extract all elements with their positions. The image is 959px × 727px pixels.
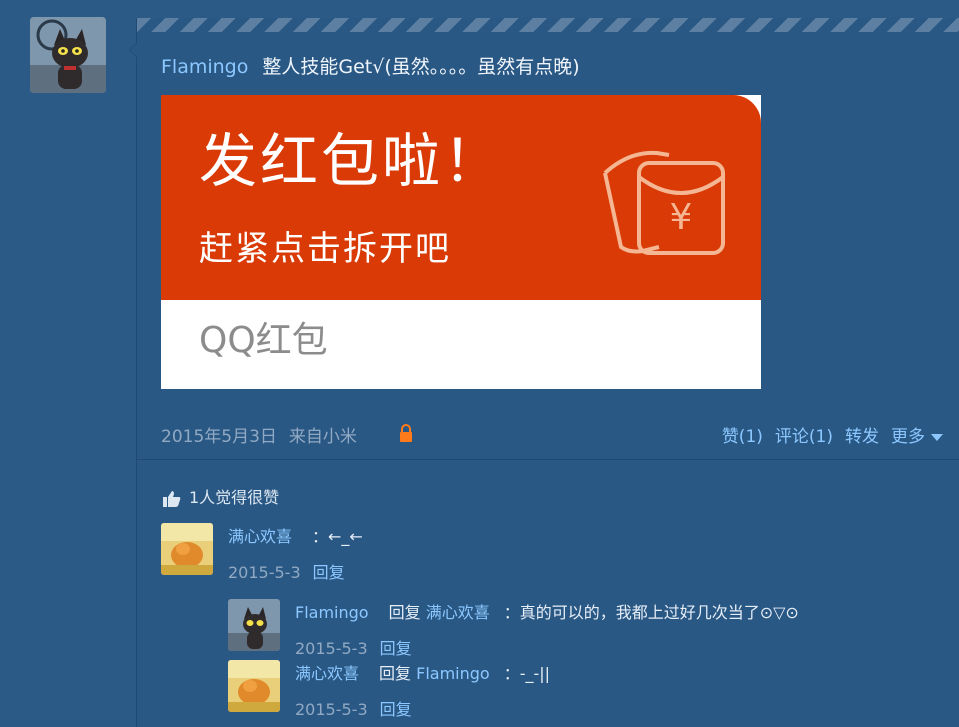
- commenter-name[interactable]: 满心欢喜: [228, 527, 292, 546]
- commenter-avatar[interactable]: [161, 523, 213, 575]
- reply-date: 2015-5-3: [295, 700, 368, 719]
- thumbs-up-icon: [163, 490, 181, 507]
- likes-summary-text: 1人觉得很赞: [189, 488, 280, 507]
- reply-text: ：真的可以的，我都上过好几次当了⊙▽⊙: [503, 603, 799, 622]
- card-pointer: [129, 42, 137, 58]
- post-author-avatar[interactable]: [30, 17, 106, 93]
- post-text: 整人技能Get√(虽然。。。。虽然有点晚): [262, 56, 580, 78]
- post-author-link[interactable]: Flamingo: [161, 56, 248, 78]
- comment-date: 2015-5-3: [228, 563, 301, 582]
- like-button[interactable]: 赞(1): [722, 427, 763, 447]
- reply-target-name[interactable]: Flamingo: [416, 664, 490, 683]
- more-label: 更多: [891, 427, 925, 447]
- reply-button[interactable]: 回复: [380, 700, 412, 719]
- post-card: Flamingo 整人技能Get√(虽然。。。。虽然有点晚) 发红包啦！ 赶紧点击…: [129, 18, 959, 727]
- replier-avatar[interactable]: [228, 660, 280, 712]
- replier-name[interactable]: Flamingo: [295, 603, 369, 622]
- likes-summary[interactable]: 1人觉得很赞: [163, 484, 279, 508]
- post-image[interactable]: 发红包啦！ 赶紧点击拆开吧 ¥ QQ红包: [161, 95, 761, 389]
- reply-button[interactable]: 回复: [313, 563, 345, 582]
- post-content: Flamingo 整人技能Get√(虽然。。。。虽然有点晚): [161, 52, 580, 79]
- divider: [137, 459, 959, 460]
- svg-text:¥: ¥: [670, 197, 693, 238]
- reply-word: 回复: [379, 664, 412, 683]
- more-button[interactable]: 更多: [891, 427, 943, 447]
- repost-button[interactable]: 转发: [845, 427, 879, 447]
- red-packet-title: 发红包啦！: [199, 127, 505, 195]
- replier-name[interactable]: 满心欢喜: [295, 664, 359, 683]
- comment-text: ：←_←: [312, 527, 363, 546]
- post-date[interactable]: 2015年5月3日: [161, 427, 277, 447]
- reply-text: ：-_-||: [503, 664, 551, 683]
- reply-button[interactable]: 回复: [380, 639, 412, 658]
- decorative-stripe: [137, 18, 959, 32]
- reply-date: 2015-5-3: [295, 639, 368, 658]
- chevron-down-icon: [931, 433, 943, 441]
- reply-target-name[interactable]: 满心欢喜: [426, 603, 490, 622]
- red-packet-icon: ¥: [603, 150, 725, 255]
- replier-avatar[interactable]: [228, 599, 280, 651]
- post-source: 来自小米: [288, 427, 357, 447]
- red-packet-footer: QQ红包: [199, 320, 328, 361]
- lock-icon: [400, 424, 412, 442]
- red-packet-subtitle: 赶紧点击拆开吧: [199, 229, 451, 269]
- reply-word: 回复: [388, 603, 421, 622]
- comment-button[interactable]: 评论(1): [775, 427, 833, 447]
